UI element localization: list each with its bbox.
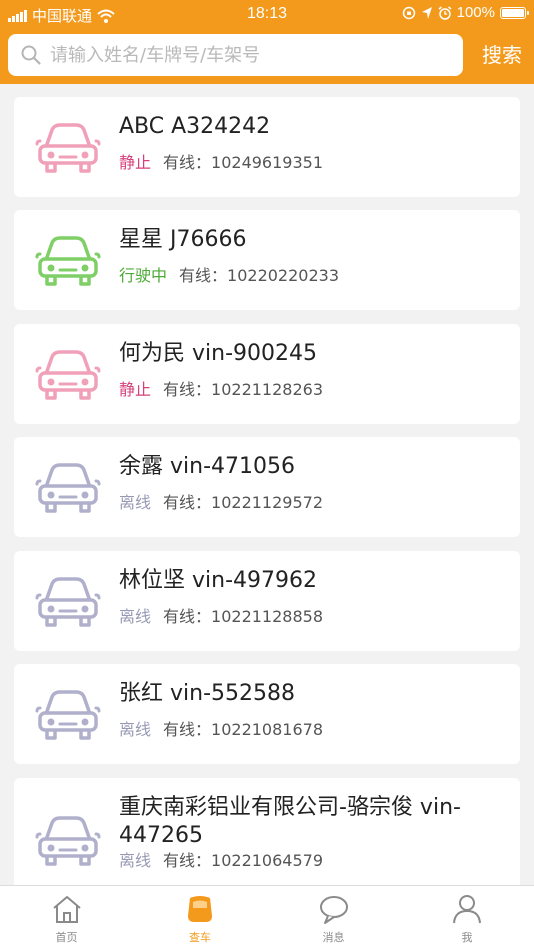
- tab-label: 消息: [322, 931, 345, 944]
- car-icon: [35, 236, 101, 286]
- vehicle-card[interactable]: 星星 J76666 行驶中 有线：10220220233: [14, 210, 520, 310]
- vehicle-meta: 离线 有线：10221064579: [119, 851, 323, 871]
- search-box[interactable]: [8, 34, 463, 76]
- vehicle-meta: 离线 有线：10221128858: [119, 607, 323, 627]
- car-icon: [35, 816, 101, 866]
- vehicle-meta: 行驶中 有线：10220220233: [119, 266, 339, 286]
- vehicle-name: ABC A324242: [119, 114, 271, 139]
- alarm-icon: [438, 5, 452, 20]
- device-id: 10221128263: [211, 380, 324, 399]
- vehicle-name: 林位坚 vin-497962: [119, 568, 317, 593]
- vehicle-card[interactable]: 何为民 vin-900245 静止 有线：10221128263: [14, 324, 520, 424]
- message-icon: [319, 896, 348, 924]
- status-bar: 中国联通 18:13 100%: [0, 0, 534, 28]
- status-badge: 静止: [119, 380, 152, 399]
- status-badge: 离线: [119, 493, 152, 512]
- tab-message[interactable]: 消息: [267, 886, 400, 950]
- status-badge: 行驶中: [119, 266, 168, 285]
- vehicle-meta: 离线 有线：10221081678: [119, 720, 323, 740]
- tab-user[interactable]: 我: [401, 886, 534, 950]
- tab-label: 首页: [55, 931, 78, 944]
- line-label: 有线：: [163, 851, 212, 870]
- tab-label: 查车: [189, 931, 211, 944]
- status-badge: 静止: [119, 153, 152, 172]
- car-search-icon: [188, 896, 212, 922]
- vehicle-card[interactable]: 余露 vin-471056 离线 有线：10221129572: [14, 437, 520, 537]
- vehicle-card[interactable]: 张红 vin-552588 离线 有线：10221081678: [14, 664, 520, 764]
- status-badge: 离线: [119, 607, 152, 626]
- car-icon: [35, 350, 101, 400]
- car-icon: [35, 577, 101, 627]
- line-label: 有线：: [163, 153, 212, 172]
- tab-label: 我: [461, 931, 473, 944]
- vehicle-name: 余露 vin-471056: [119, 454, 295, 479]
- tab-car-search[interactable]: 查车: [134, 886, 267, 950]
- device-id: 10249619351: [211, 153, 324, 172]
- vehicle-card[interactable]: 重庆南彩铝业有限公司-骆宗俊 vin-447265 离线 有线：1022106457…: [14, 778, 520, 885]
- car-icon: [35, 463, 101, 513]
- vehicle-name: 何为民 vin-900245: [119, 341, 317, 366]
- device-id: 10221081678: [211, 720, 324, 739]
- orientation-lock-icon: [402, 6, 415, 19]
- search-input[interactable]: [50, 44, 450, 66]
- home-icon: [52, 896, 81, 923]
- status-right: 100%: [402, 4, 529, 21]
- vehicle-name: 星星 J76666: [119, 227, 247, 252]
- battery-percent: 100%: [456, 4, 495, 21]
- line-label: 有线：: [163, 720, 212, 739]
- device-id: 10221128858: [211, 607, 324, 626]
- vehicle-list[interactable]: ABC A324242 静止 有线：10249619351 星星 J76666 行驶中有…: [0, 84, 534, 885]
- line-label: 有线：: [163, 380, 212, 399]
- line-label: 有线：: [179, 266, 228, 285]
- car-icon: [35, 123, 101, 173]
- status-badge: 离线: [119, 851, 152, 870]
- device-id: 10220220233: [227, 266, 340, 285]
- status-badge: 离线: [119, 720, 152, 739]
- vehicle-card[interactable]: ABC A324242 静止 有线：10249619351: [14, 97, 520, 197]
- vehicle-name: 重庆南彩铝业有限公司-骆宗俊 vin-447265: [119, 795, 461, 848]
- header: 中国联通 18:13 100% 请输入姓名/车牌号/车架号 搜索: [0, 0, 534, 84]
- device-id: 10221064579: [211, 851, 324, 870]
- search-button[interactable]: 搜索: [474, 38, 530, 72]
- vehicle-meta: 离线 有线：10221129572: [119, 493, 323, 513]
- vehicle-name: 张红 vin-552588: [119, 681, 295, 706]
- search-icon: [21, 45, 41, 65]
- vehicle-meta: 静止 有线：10221128263: [119, 380, 323, 400]
- line-label: 有线：: [163, 493, 212, 512]
- user-icon: [453, 895, 481, 924]
- tab-home[interactable]: 首页: [0, 886, 133, 950]
- car-icon: [35, 690, 101, 740]
- device-id: 10221129572: [211, 493, 324, 512]
- vehicle-card[interactable]: 林位坚 vin-497962 离线 有线：10221128858: [14, 551, 520, 651]
- location-icon: [421, 6, 432, 19]
- line-label: 有线：: [163, 607, 212, 626]
- vehicle-meta: 静止 有线：10249619351: [119, 153, 323, 173]
- battery-icon: [500, 6, 529, 19]
- tab-bar: 首页 查车 消息 我: [0, 885, 534, 950]
